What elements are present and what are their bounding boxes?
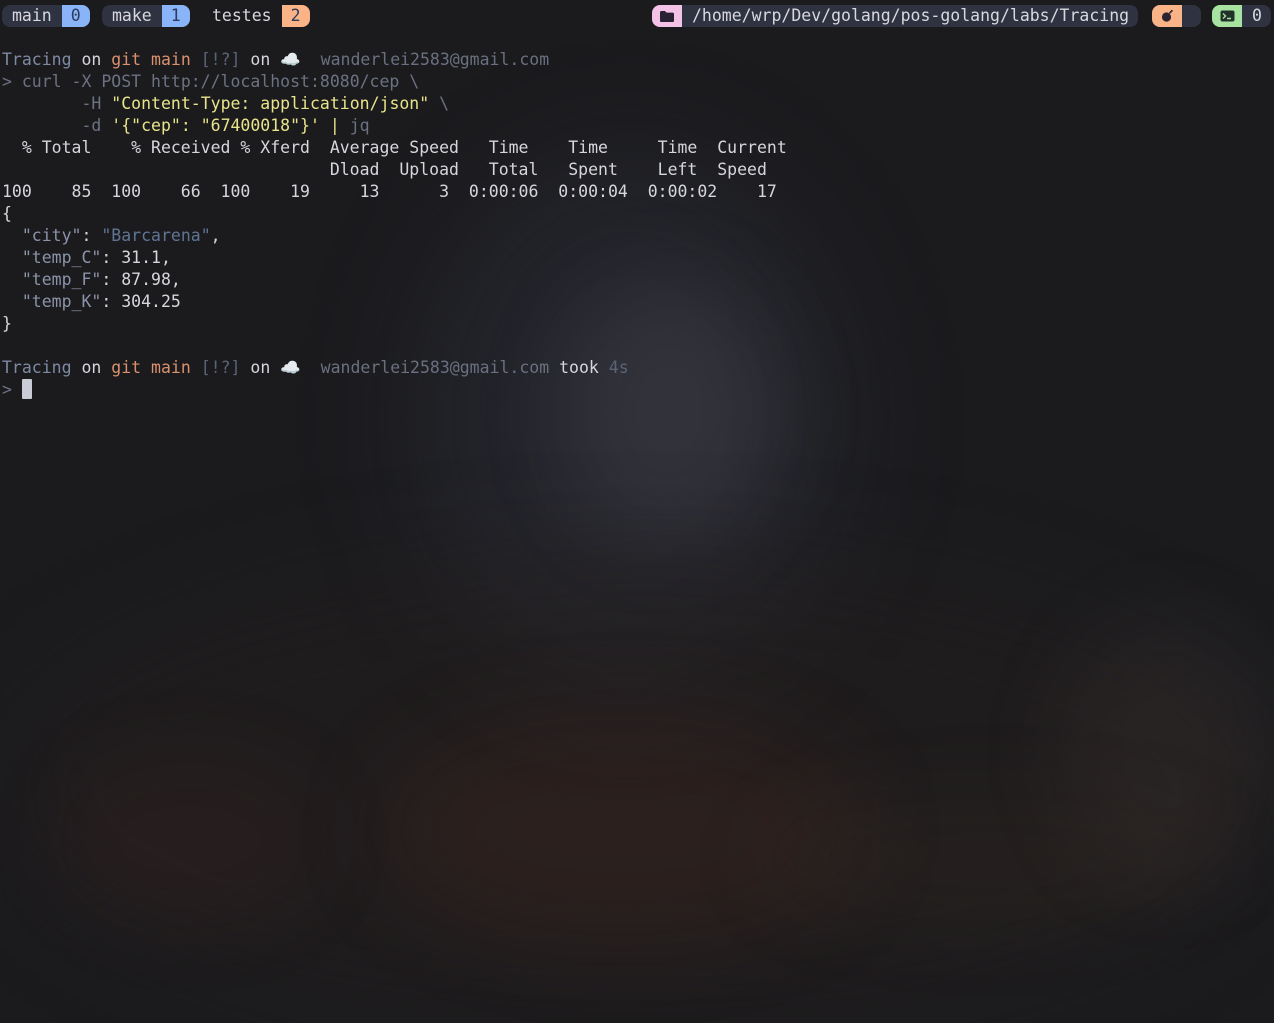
json-key: "temp_K" (21, 292, 102, 311)
json-key: "temp_C" (21, 248, 102, 267)
tmux-terminal-segment: 0 (1212, 5, 1271, 27)
tmux-window-name: testes (212, 6, 272, 25)
curl-progress-row: 100 85 100 66 100 19 13 3 0:00:06 0:00:0… (2, 182, 777, 201)
prompt-text: on (240, 358, 281, 377)
tmux-path-segment: /home/wrp/Dev/golang/pos-golang/labs/Tra… (652, 5, 1139, 27)
tmux-window-name: main (12, 6, 52, 25)
tmux-window-index: 2 (281, 5, 310, 27)
prompt-text: on (71, 50, 112, 69)
prompt-git-branch: main (151, 50, 191, 69)
prompt-duration: 4s (608, 358, 629, 377)
folder-icon (652, 5, 682, 27)
current-path: /home/wrp/Dev/golang/pos-golang/labs/Tra… (692, 6, 1130, 25)
json-field-temp-f: "temp_F": 87.98, (21, 270, 181, 289)
prompt-git-label: git (111, 358, 142, 377)
shell-prompt: Tracing on git main [!?] on ☁️ wanderlei… (2, 49, 787, 71)
pipe-symbol: | (319, 116, 350, 135)
line-continuation: \ (429, 94, 450, 113)
command-string: '{"cep": "67400018"}' (111, 116, 320, 135)
prompt-account-email: wanderlei2583@gmail.com (320, 358, 550, 377)
tmux-window-index: 1 (161, 5, 190, 27)
wallpaper-blur (1060, 620, 1274, 880)
command-string: "Content-Type: application/json" (111, 94, 430, 113)
tmux-window-make[interactable]: make 1 (102, 5, 190, 27)
tmux-window-name: make (112, 6, 152, 25)
tmux-window-testes[interactable]: testes 2 (202, 5, 310, 27)
command-line: -H "Content-Type: application/json" \ (2, 93, 787, 115)
command-flag: -d (81, 116, 112, 135)
prompt-git-label: git (111, 50, 142, 69)
json-value: "Barcarena" (101, 226, 211, 245)
command-line: > curl -X POST http://localhost:8080/cep… (2, 71, 787, 93)
prompt-chevron: > (2, 380, 12, 399)
input-line[interactable]: > (2, 379, 787, 401)
prompt-text: on (71, 358, 112, 377)
prompt-took-label: took (559, 358, 599, 377)
command-flag: -H (81, 94, 112, 113)
wallpaper-blur (760, 800, 1220, 920)
shell-prompt: Tracing on git main [!?] on ☁️ wanderlei… (2, 357, 787, 379)
json-brace: } (2, 314, 12, 333)
terminal-output[interactable]: Tracing on git main [!?] on ☁️ wanderlei… (2, 49, 787, 401)
prompt-git-status: [!?] (200, 50, 241, 69)
curl-progress-header: % Total % Received % Xferd Average Speed… (2, 138, 787, 157)
tmux-session-segment (1152, 5, 1201, 27)
json-key: "city" (21, 226, 82, 245)
command-line: -d '{"cep": "67400018"}' | jq (2, 115, 787, 137)
json-field-city: "city": "Barcarena", (21, 226, 221, 245)
curl-progress-header: Dload Upload Total Spent Left Speed (2, 160, 767, 179)
tmux-status-bar: main 0 make 1 testes 2 /home/wrp/Dev/gol… (0, 0, 1274, 32)
bomb-icon (1152, 5, 1182, 27)
session-count: 0 (1252, 6, 1262, 25)
json-brace: { (2, 204, 12, 223)
tmux-window-index: 0 (61, 5, 90, 27)
prompt-account-email: wanderlei2583@gmail.com (320, 50, 550, 69)
json-value: 87.98, (121, 270, 181, 289)
command-text: curl -X POST http://localhost:8080/cep \ (21, 72, 420, 91)
cloud-icon: ☁️ (280, 358, 301, 377)
prompt-git-branch: main (151, 358, 191, 377)
prompt-chevron: > (2, 72, 22, 91)
tmux-window-main[interactable]: main 0 (2, 5, 90, 27)
cloud-icon: ☁️ (280, 50, 301, 69)
json-value: 304.25 (121, 292, 181, 311)
terminal-icon (1212, 5, 1242, 27)
prompt-directory: Tracing (2, 358, 72, 377)
prompt-git-status: [!?] (200, 358, 241, 377)
wallpaper-blur (380, 720, 860, 940)
json-value: 31.1, (121, 248, 171, 267)
json-field-temp-c: "temp_C": 31.1, (21, 248, 171, 267)
json-field-temp-k: "temp_K": 304.25 (21, 292, 181, 311)
prompt-text: on (240, 50, 281, 69)
prompt-directory: Tracing (2, 50, 72, 69)
command-jq: jq (349, 116, 370, 135)
wallpaper-blur (60, 760, 320, 920)
text-cursor[interactable] (21, 379, 32, 399)
wallpaper-blur (0, 560, 1274, 1023)
json-key: "temp_F" (21, 270, 102, 289)
